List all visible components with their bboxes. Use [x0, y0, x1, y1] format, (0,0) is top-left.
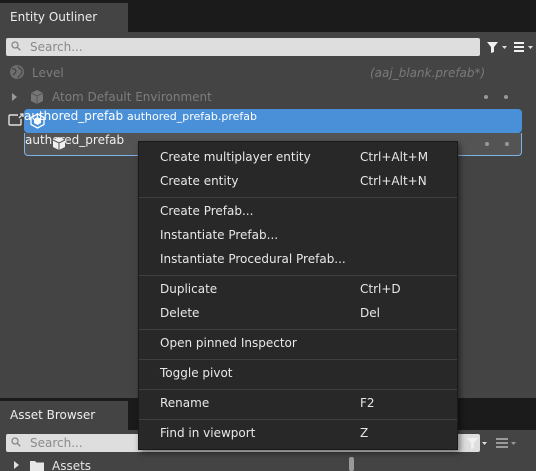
menu-item-shortcut: Ctrl+D [360, 282, 401, 296]
outliner-tabbar: Entity Outliner [0, 0, 536, 32]
filter-icon[interactable] [484, 38, 510, 56]
menu-separator [139, 329, 457, 330]
menu-separator [139, 419, 457, 420]
menu-item-label: Create Prefab... [160, 204, 254, 218]
menu-separator [139, 197, 457, 198]
context-menu: Create multiplayer entity Ctrl+Alt+M Cre… [138, 141, 458, 450]
search-placeholder: Search... [30, 40, 83, 54]
tab-entity-outliner[interactable]: Entity Outliner [0, 3, 128, 32]
menu-item-label: Find in viewport [160, 426, 256, 440]
menu-item-label: Create multiplayer entity [160, 150, 311, 164]
menu-item-duplicate[interactable]: Duplicate Ctrl+D [139, 278, 457, 300]
prefab-focus-icon[interactable] [8, 113, 24, 127]
menu-item-label: Delete [160, 306, 200, 320]
menu-item-label: Instantiate Prefab... [160, 228, 279, 242]
menu-item-shortcut: F2 [360, 396, 375, 410]
filter-icon[interactable] [464, 434, 490, 452]
search-icon [11, 41, 21, 51]
entity-icon [30, 90, 44, 104]
menu-item-create-entity[interactable]: Create entity Ctrl+Alt+N [139, 170, 457, 192]
menu-item-instantiate-procedural-prefab[interactable]: Instantiate Procedural Prefab... [139, 248, 457, 270]
menu-item-shortcut: Ctrl+Alt+M [360, 150, 429, 164]
atom-env-label: Atom Default Environment [52, 90, 212, 104]
menu-separator [139, 389, 457, 390]
outliner-row-atom-env[interactable]: Atom Default Environment [0, 85, 536, 109]
menu-item-label: Rename [160, 396, 210, 410]
menu-item-shortcut: Del [360, 306, 380, 320]
outliner-search-input[interactable]: Search... [6, 38, 480, 56]
menu-item-label: Toggle pivot [160, 366, 233, 380]
menu-item-shortcut: Z [360, 426, 369, 440]
asset-tree-row-assets[interactable]: Assets [0, 456, 536, 471]
display-options-icon[interactable] [510, 38, 536, 56]
search-placeholder: Search... [30, 436, 83, 450]
level-label: Level [32, 66, 64, 80]
folder-icon [30, 461, 44, 471]
outliner-row-authored-prefab[interactable]: authored_prefab authored_prefab.prefab [24, 109, 522, 133]
menu-item-label: Open pinned Inspector [160, 336, 297, 350]
authored-prefab-child-label: authored_prefab [25, 133, 125, 147]
menu-item-shortcut: Ctrl+Alt+N [360, 174, 427, 188]
assets-folder-label: Assets [52, 459, 92, 471]
visibility-lock-dots[interactable] [484, 95, 510, 99]
menu-item-instantiate-prefab[interactable]: Instantiate Prefab... [139, 224, 457, 246]
scrollbar-handle[interactable] [349, 457, 354, 471]
menu-item-create-prefab[interactable]: Create Prefab... [139, 200, 457, 222]
menu-item-create-multiplayer-entity[interactable]: Create multiplayer entity Ctrl+Alt+M [139, 146, 457, 168]
outliner-row-level[interactable]: Level (aaj_blank.prefab*) [0, 61, 536, 85]
menu-item-toggle-pivot[interactable]: Toggle pivot [139, 362, 457, 384]
search-icon [11, 437, 21, 447]
entity-icon [52, 137, 66, 150]
menu-item-rename[interactable]: Rename F2 [139, 392, 457, 414]
menu-item-open-pinned-inspector[interactable]: Open pinned Inspector [139, 332, 457, 354]
level-file-label: (aaj_blank.prefab*) [370, 66, 486, 80]
menu-item-label: Create entity [160, 174, 239, 188]
menu-item-label: Instantiate Procedural Prefab... [160, 252, 346, 266]
visibility-lock-dots[interactable] [485, 142, 511, 146]
expand-arrow-icon[interactable] [13, 460, 21, 470]
authored-prefab-file-label: authored_prefab.prefab [126, 110, 257, 123]
display-options-icon[interactable] [492, 434, 518, 452]
menu-separator [139, 359, 457, 360]
expand-arrow-icon[interactable] [11, 92, 19, 102]
tab-asset-browser[interactable]: Asset Browser [0, 401, 128, 430]
globe-icon [10, 65, 24, 79]
menu-item-find-in-viewport[interactable]: Find in viewport Z [139, 422, 457, 444]
menu-item-delete[interactable]: Delete Del [139, 302, 457, 324]
menu-item-label: Duplicate [160, 282, 218, 296]
menu-separator [139, 275, 457, 276]
prefab-icon [30, 113, 45, 129]
